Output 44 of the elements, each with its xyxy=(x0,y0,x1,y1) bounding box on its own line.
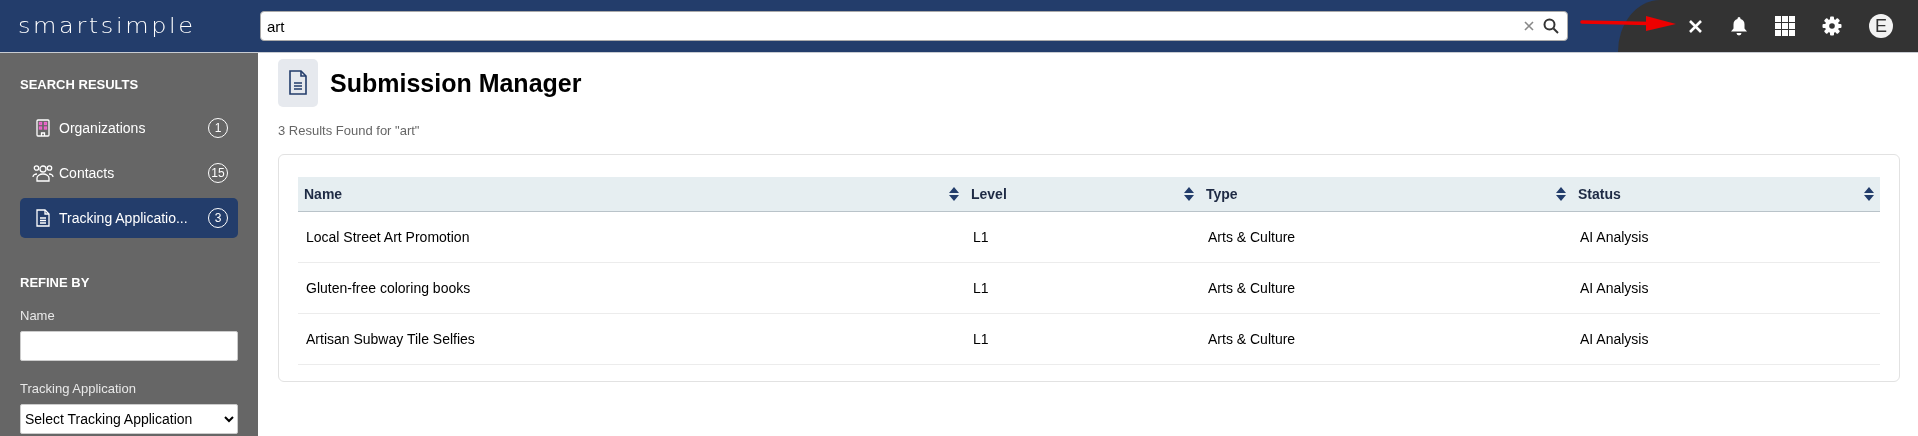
document-icon xyxy=(278,59,318,107)
sort-icon[interactable] xyxy=(949,187,959,201)
table-cell: Local Street Art Promotion xyxy=(298,212,965,263)
document-icon xyxy=(36,209,50,227)
sidebar-item[interactable]: Organizations 1 xyxy=(20,108,238,148)
table-cell: L1 xyxy=(965,212,1200,263)
table-cell: Gluten-free coloring books xyxy=(298,263,965,314)
table-cell: Arts & Culture xyxy=(1200,263,1572,314)
table-cell: Arts & Culture xyxy=(1200,314,1572,365)
close-icon[interactable] xyxy=(1688,18,1703,34)
table-cell: AI Analysis xyxy=(1572,263,1880,314)
table-cell: L1 xyxy=(965,314,1200,365)
column-header[interactable]: Type xyxy=(1200,177,1572,212)
table-cell: AI Analysis xyxy=(1572,314,1880,365)
search-icon[interactable] xyxy=(1543,18,1559,34)
section-heading: REFINE BY xyxy=(20,275,90,290)
result-summary: 3 Results Found for "art" xyxy=(278,123,421,138)
sidebar-item[interactable]: Tracking Applicatio... 3 xyxy=(20,198,238,238)
table-cell: Artisan Subway Tile Selfies xyxy=(298,314,965,365)
settings-icon[interactable] xyxy=(1822,16,1842,36)
clear-icon[interactable] xyxy=(1523,20,1535,32)
sidebar-item[interactable]: Contacts 15 xyxy=(20,153,238,193)
column-header[interactable]: Name xyxy=(298,177,965,212)
people-icon xyxy=(32,164,54,182)
page-title: Submission Manager xyxy=(330,68,582,98)
sort-icon[interactable] xyxy=(1864,187,1874,201)
section-heading: SEARCH RESULTS xyxy=(20,77,139,92)
table-cell: AI Analysis xyxy=(1572,212,1880,263)
sort-icon[interactable] xyxy=(1556,187,1566,201)
grid-icon[interactable] xyxy=(1775,16,1795,36)
search-field[interactable]: art xyxy=(260,11,1568,41)
bell-icon[interactable] xyxy=(1730,16,1748,36)
dropdown[interactable]: Select Tracking Application xyxy=(20,404,238,434)
column-header[interactable]: Status xyxy=(1572,177,1880,212)
field-label: Tracking Application xyxy=(20,381,137,396)
sort-icon[interactable] xyxy=(1184,187,1194,201)
table-cell: Arts & Culture xyxy=(1200,212,1572,263)
input-field[interactable] xyxy=(20,331,238,361)
building-icon xyxy=(36,119,50,137)
table-cell: L1 xyxy=(965,263,1200,314)
logo: smartsimple xyxy=(18,14,197,38)
field-label: Name xyxy=(20,308,56,323)
avatar[interactable]: E xyxy=(1869,14,1893,38)
column-header[interactable]: Level xyxy=(965,177,1200,212)
